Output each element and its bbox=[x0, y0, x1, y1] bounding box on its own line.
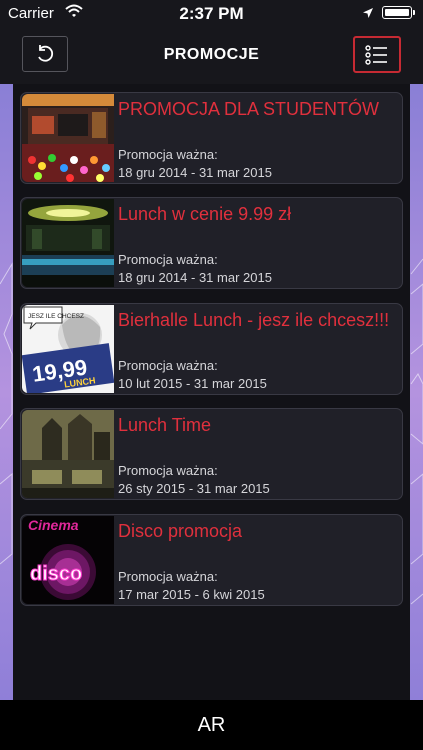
list-menu-button[interactable] bbox=[353, 36, 401, 73]
validity-dates: 18 gru 2014 - 31 mar 2015 bbox=[118, 165, 272, 180]
thumbnail-cinema-text: Cinema bbox=[28, 517, 79, 533]
promotion-thumbnail bbox=[22, 199, 114, 287]
list-menu-icon bbox=[365, 44, 387, 65]
validity-label: Promocja ważna: bbox=[118, 252, 218, 267]
validity-dates: 10 lut 2015 - 31 mar 2015 bbox=[118, 376, 267, 391]
promotion-name: Lunch w cenie 9.99 zł bbox=[118, 204, 292, 224]
ar-button[interactable]: AR bbox=[0, 700, 423, 750]
promotion-card[interactable]: Lunch Time Promocja ważna: 26 sty 2015 -… bbox=[20, 408, 403, 500]
thumbnail-disco-text: disco bbox=[30, 563, 82, 585]
navigation-bar: PROMOCJE bbox=[0, 28, 423, 84]
promotion-card[interactable]: Lunch w cenie 9.99 zł Promocja ważna: 18… bbox=[20, 197, 403, 289]
promotion-name: PROMOCJA DLA STUDENTÓW bbox=[118, 99, 380, 119]
promotion-thumbnail: JESZ ILE CHCESZ 19,99 LUNCH bbox=[22, 305, 114, 393]
promotion-name: Disco promocja bbox=[118, 521, 243, 541]
promotion-card[interactable]: JESZ ILE CHCESZ 19,99 LUNCH Bierhalle Lu… bbox=[20, 303, 403, 395]
validity-label: Promocja ważna: bbox=[118, 147, 218, 162]
promotion-name: Lunch Time bbox=[118, 415, 212, 435]
clock: 2:37 PM bbox=[179, 4, 244, 23]
promotion-card[interactable]: PROMOCJA DLA STUDENTÓW Promocja ważna: 1… bbox=[20, 92, 403, 184]
validity-dates: 18 gru 2014 - 31 mar 2015 bbox=[118, 270, 272, 285]
location-arrow-icon bbox=[362, 6, 374, 24]
promotion-thumbnail bbox=[22, 410, 114, 498]
promotion-name: Bierhalle Lunch - jesz ile chcesz!!! bbox=[118, 310, 390, 330]
validity-label: Promocja ważna: bbox=[118, 569, 218, 584]
promotion-thumbnail bbox=[22, 94, 114, 182]
validity-label: Promocja ważna: bbox=[118, 463, 218, 478]
status-bar: Carrier 2:37 PM bbox=[0, 0, 423, 28]
promotion-card[interactable]: Cinema disco Disco promocja Promocja waż… bbox=[20, 514, 403, 606]
battery-icon bbox=[382, 6, 415, 19]
validity-dates: 26 sty 2015 - 31 mar 2015 bbox=[118, 481, 270, 496]
validity-label: Promocja ważna: bbox=[118, 358, 218, 373]
validity-dates: 17 mar 2015 - 6 kwi 2015 bbox=[118, 587, 265, 602]
promotion-thumbnail: Cinema disco bbox=[22, 516, 114, 604]
thumbnail-bubble-text: JESZ ILE CHCESZ bbox=[28, 313, 84, 320]
ar-label: AR bbox=[197, 713, 226, 736]
